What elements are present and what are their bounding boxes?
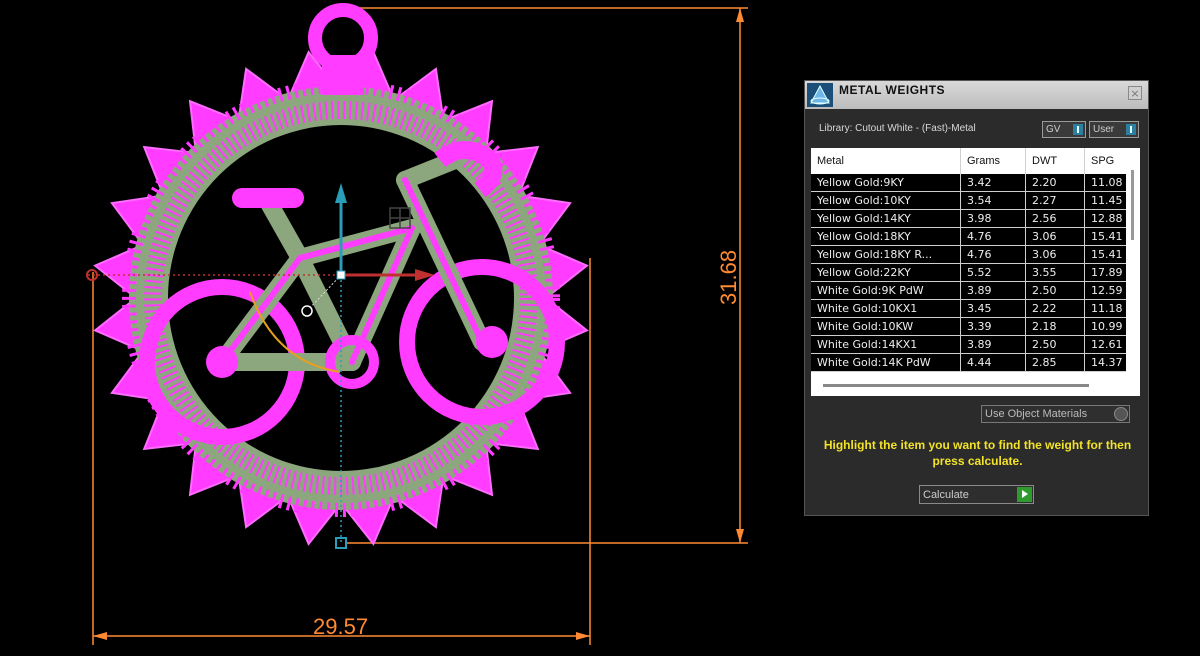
cell-spg[interactable]: 11.08 — [1084, 174, 1132, 192]
cell-dwt[interactable]: 2.50 — [1025, 281, 1085, 300]
user-selector[interactable]: User — [1089, 121, 1139, 138]
column-header-spg[interactable]: SPG — [1084, 148, 1132, 174]
cell-dwt[interactable]: 2.56 — [1025, 209, 1085, 228]
cell-grams[interactable]: 4.44 — [960, 353, 1026, 372]
gv-selector[interactable]: GV — [1042, 121, 1086, 138]
library-label: Library: Cutout White - (Fast)-Metal — [819, 123, 976, 134]
materials-dropdown-value: Use Object Materials — [985, 408, 1088, 420]
cell-grams[interactable]: 3.39 — [960, 317, 1026, 336]
dimension-width-label: 29.57 — [313, 614, 369, 639]
rear-hub — [206, 346, 238, 378]
cell-grams[interactable]: 3.42 — [960, 174, 1026, 192]
cell-dwt[interactable]: 2.50 — [1025, 335, 1085, 354]
cell-metal[interactable]: Yellow Gold:22KY — [811, 263, 961, 282]
cell-grams[interactable]: 3.89 — [960, 335, 1026, 354]
cell-grams[interactable]: 4.76 — [960, 245, 1026, 264]
table-row[interactable]: Yellow Gold:14KY 3.98 2.56 12.88 — [811, 209, 1132, 228]
metal-table[interactable]: Metal Grams DWT SPG Yellow Gold:9KY 3.42 2… — [811, 148, 1132, 372]
gizmo-pivot[interactable] — [301, 305, 313, 317]
cell-dwt[interactable]: 3.06 — [1025, 227, 1085, 246]
cell-grams[interactable]: 3.98 — [960, 209, 1026, 228]
cell-metal[interactable]: White Gold:10KW — [811, 317, 961, 336]
cell-grams[interactable]: 3.89 — [960, 281, 1026, 300]
cell-metal[interactable]: Yellow Gold:14KY — [811, 209, 961, 228]
instructions-text: Highlight the item you want to find the … — [823, 438, 1132, 468]
dimension-height-label: 31.68 — [716, 249, 741, 305]
close-icon[interactable]: × — [1128, 86, 1142, 100]
cell-dwt[interactable]: 3.06 — [1025, 245, 1085, 264]
cell-spg[interactable]: 14.37 — [1084, 353, 1132, 372]
cell-dwt[interactable]: 3.55 — [1025, 263, 1085, 282]
cell-metal[interactable]: White Gold:14K PdW — [811, 353, 961, 372]
cell-dwt[interactable]: 2.85 — [1025, 353, 1085, 372]
cell-dwt[interactable]: 2.20 — [1025, 174, 1085, 192]
materials-dropdown[interactable]: Use Object Materials — [981, 405, 1130, 423]
play-icon[interactable] — [1017, 487, 1032, 502]
cell-dwt[interactable]: 2.22 — [1025, 299, 1085, 318]
cell-metal[interactable]: Yellow Gold:18KY R... — [811, 245, 961, 264]
metal-table-body: Yellow Gold:9KY 3.42 2.20 11.08 Yellow Gold:… — [811, 174, 1132, 372]
table-row[interactable]: Yellow Gold:9KY 3.42 2.20 11.08 — [811, 174, 1132, 192]
cell-metal[interactable]: Yellow Gold:18KY — [811, 227, 961, 246]
metal-table-container[interactable]: Metal Grams DWT SPG Yellow Gold:9KY 3.42 2… — [811, 148, 1140, 396]
calculate-button[interactable]: Calculate — [919, 485, 1034, 504]
column-header-grams[interactable]: Grams — [960, 148, 1026, 174]
cell-spg[interactable]: 12.88 — [1084, 209, 1132, 228]
table-row[interactable]: White Gold:14KX1 3.89 2.50 12.61 — [811, 335, 1132, 354]
cell-metal[interactable]: White Gold:10KX1 — [811, 299, 961, 318]
column-header-dwt[interactable]: DWT — [1025, 148, 1085, 174]
cell-spg[interactable]: 11.18 — [1084, 299, 1132, 318]
cell-metal[interactable]: Yellow Gold:10KY — [811, 191, 961, 210]
metal-weights-panel: METAL WEIGHTS × Library: Cutout White - … — [804, 80, 1149, 516]
table-header-row: Metal Grams DWT SPG — [811, 148, 1132, 174]
panel-title: METAL WEIGHTS — [839, 83, 946, 97]
bail-connector — [322, 55, 364, 95]
table-row[interactable]: Yellow Gold:22KY 5.52 3.55 17.89 — [811, 263, 1132, 282]
bicycle-seat — [232, 188, 304, 208]
cell-grams[interactable]: 3.54 — [960, 191, 1026, 210]
user-label: User — [1093, 124, 1115, 135]
gv-label: GV — [1046, 124, 1061, 135]
gizmo-base-handle[interactable] — [335, 537, 347, 549]
panel-titlebar[interactable]: METAL WEIGHTS × — [805, 81, 1148, 109]
cell-dwt[interactable]: 2.27 — [1025, 191, 1085, 210]
cell-metal[interactable]: Yellow Gold:9KY — [811, 174, 961, 192]
gv-toggle-icon[interactable] — [1073, 124, 1083, 135]
calculate-label: Calculate — [923, 489, 969, 501]
cell-dwt[interactable]: 2.18 — [1025, 317, 1085, 336]
scrollbar-thumb[interactable] — [1131, 170, 1134, 240]
table-row[interactable]: White Gold:10KW 3.39 2.18 10.99 — [811, 317, 1132, 336]
table-horizontal-scrollbar[interactable] — [823, 384, 1089, 387]
table-row[interactable]: White Gold:14K PdW 4.44 2.85 14.37 — [811, 353, 1132, 372]
app-logo-icon — [807, 83, 833, 107]
dropdown-knob-icon[interactable] — [1114, 407, 1128, 421]
user-toggle-icon[interactable] — [1126, 124, 1136, 135]
cell-spg[interactable]: 12.59 — [1084, 281, 1132, 300]
cell-spg[interactable]: 11.45 — [1084, 191, 1132, 210]
cell-metal[interactable]: White Gold:9K PdW — [811, 281, 961, 300]
cell-spg[interactable]: 15.41 — [1084, 245, 1132, 264]
table-vertical-scrollbar[interactable] — [1126, 148, 1140, 396]
cell-spg[interactable]: 15.41 — [1084, 227, 1132, 246]
cell-grams[interactable]: 4.76 — [960, 227, 1026, 246]
table-row[interactable]: White Gold:9K PdW 3.89 2.50 12.59 — [811, 281, 1132, 300]
table-row[interactable]: Yellow Gold:18KY 4.76 3.06 15.41 — [811, 227, 1132, 246]
cell-grams[interactable]: 5.52 — [960, 263, 1026, 282]
table-row[interactable]: White Gold:10KX1 3.45 2.22 11.18 — [811, 299, 1132, 318]
table-row[interactable]: Yellow Gold:18KY R... 4.76 3.06 15.41 — [811, 245, 1132, 264]
cell-grams[interactable]: 3.45 — [960, 299, 1026, 318]
cell-spg[interactable]: 17.89 — [1084, 263, 1132, 282]
cell-spg[interactable]: 12.61 — [1084, 335, 1132, 354]
table-row[interactable]: Yellow Gold:10KY 3.54 2.27 11.45 — [811, 191, 1132, 210]
cell-spg[interactable]: 10.99 — [1084, 317, 1132, 336]
front-hub — [476, 326, 508, 358]
column-header-metal[interactable]: Metal — [811, 148, 961, 174]
cell-metal[interactable]: White Gold:14KX1 — [811, 335, 961, 354]
